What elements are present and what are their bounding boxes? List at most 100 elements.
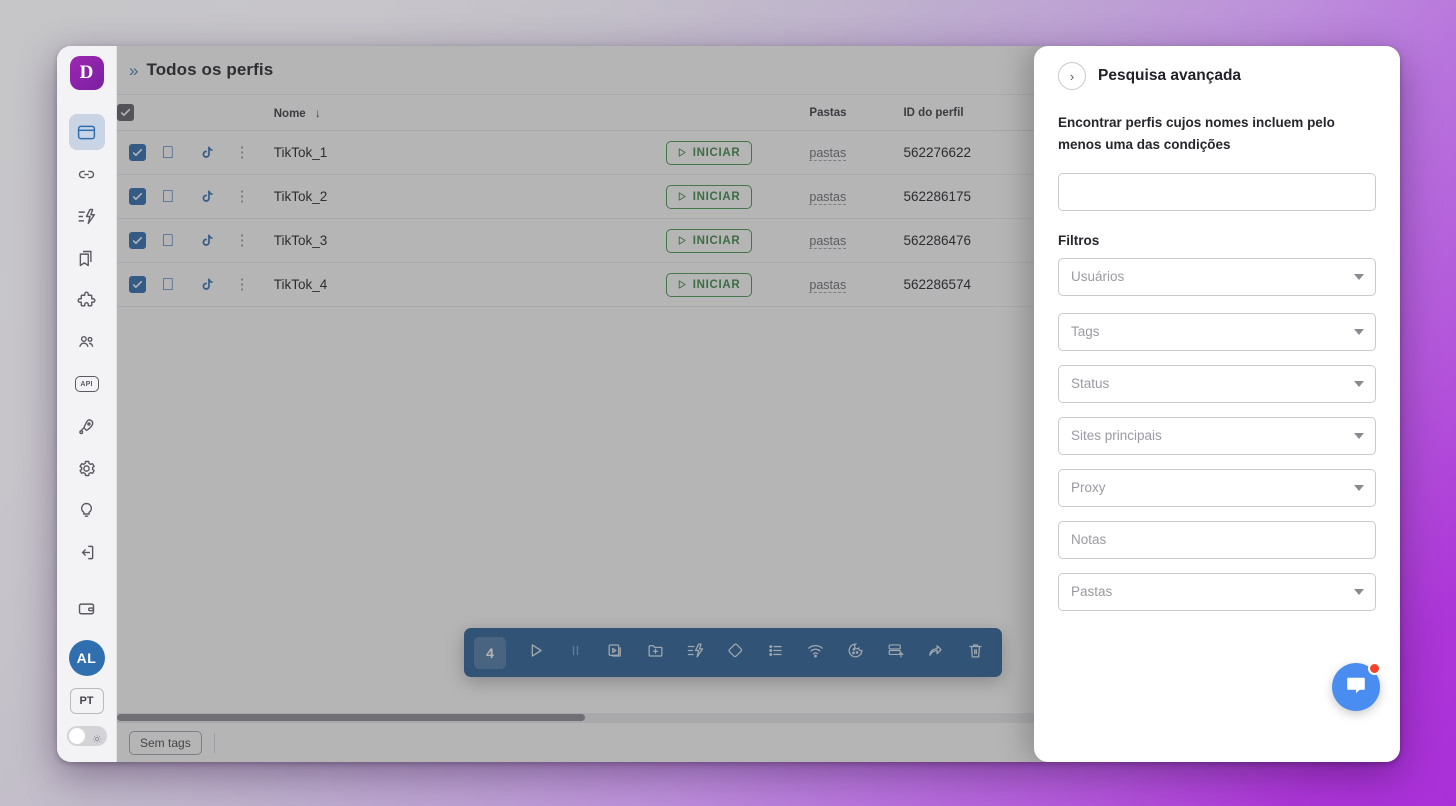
- sidebar-item-news[interactable]: [69, 408, 105, 444]
- conditions-input[interactable]: [1058, 172, 1376, 211]
- row-kebab-menu[interactable]: ⋮: [235, 144, 250, 161]
- tag-chip-no-tags[interactable]: Sem tags: [129, 730, 202, 755]
- sidebar-item-api[interactable]: API: [69, 366, 105, 402]
- sidebar-item-copies[interactable]: [69, 240, 105, 276]
- sidebar-item-wallet[interactable]: [69, 590, 105, 626]
- duplicate-icon: [606, 641, 625, 665]
- filter-notas[interactable]: [1058, 520, 1376, 559]
- row-checkbox[interactable]: [129, 276, 146, 293]
- row-kebab-menu[interactable]: ⋮: [235, 232, 250, 249]
- select-all-checkbox[interactable]: [117, 104, 134, 121]
- row-folders-link[interactable]: pastas: [809, 278, 847, 293]
- automation-icon: [76, 206, 97, 227]
- share-button[interactable]: [918, 636, 952, 670]
- sidebar-item-logout[interactable]: [69, 534, 105, 570]
- filter-status-row: [1058, 364, 1376, 403]
- row-profile-name[interactable]: TikTok_4: [274, 277, 328, 292]
- sidebar-item-automation[interactable]: [69, 198, 105, 234]
- pause-button[interactable]: [558, 636, 592, 670]
- sidebar-item-team[interactable]: [69, 324, 105, 360]
- apple-icon: : [161, 231, 174, 250]
- filter-tags[interactable]: [1058, 312, 1376, 351]
- cookies-button[interactable]: [838, 636, 872, 670]
- sort-descending-icon[interactable]: ↓: [315, 106, 321, 120]
- start-profile-button[interactable]: INICIAR: [665, 272, 753, 297]
- row-name-cell: TikTok_2: [273, 174, 666, 219]
- filter-status[interactable]: [1058, 364, 1376, 403]
- row-checkbox[interactable]: [129, 188, 146, 205]
- row-kebab-menu[interactable]: ⋮: [235, 276, 250, 293]
- theme-toggle-knob: [68, 728, 85, 744]
- row-folders-link[interactable]: pastas: [809, 190, 847, 205]
- row-folders-link[interactable]: pastas: [809, 146, 847, 161]
- filter-proxy[interactable]: [1058, 468, 1376, 507]
- filter-notas-row: [1058, 520, 1376, 559]
- filter-usuarios[interactable]: [1058, 257, 1376, 296]
- row-start-cell: INICIAR: [665, 218, 810, 263]
- share-arrow-icon: [926, 641, 945, 665]
- row-profile-name[interactable]: TikTok_3: [274, 233, 328, 248]
- export-button[interactable]: [878, 636, 912, 670]
- delete-button[interactable]: [958, 636, 992, 670]
- column-app: [197, 95, 235, 131]
- avatar-initials: AL: [76, 650, 97, 666]
- extensions-icon: [76, 290, 97, 311]
- filter-pastas[interactable]: [1058, 572, 1376, 611]
- column-header-folders[interactable]: Pastas: [809, 95, 904, 131]
- duplicate-button[interactable]: [598, 636, 632, 670]
- row-menu-cell: ⋮: [234, 262, 274, 307]
- row-select-cell: [117, 262, 162, 307]
- row-menu-cell: ⋮: [234, 218, 274, 263]
- row-profile-name[interactable]: TikTok_2: [274, 189, 328, 204]
- status-list-button[interactable]: [758, 636, 792, 670]
- apple-icon: : [161, 187, 174, 206]
- row-checkbox[interactable]: [129, 232, 146, 249]
- language-selector[interactable]: PT: [69, 688, 104, 714]
- intercom-chat-button[interactable]: [1332, 662, 1381, 711]
- row-folders-cell: pastas: [809, 218, 904, 263]
- filter-tags-row: [1058, 312, 1376, 351]
- start-profile-button[interactable]: INICIAR: [665, 140, 753, 165]
- sidebar-item-settings[interactable]: [69, 450, 105, 486]
- sidebar-item-profiles[interactable]: [68, 114, 105, 150]
- expand-sidebar-icon[interactable]: »: [129, 62, 138, 79]
- column-menu: [234, 95, 274, 131]
- logout-icon: [76, 542, 97, 563]
- scrollbar-thumb[interactable]: [117, 714, 585, 721]
- sidebar-item-tips[interactable]: [69, 492, 105, 528]
- automation-button[interactable]: [678, 636, 712, 670]
- app-logo[interactable]: D: [69, 56, 104, 90]
- row-checkbox[interactable]: [129, 144, 146, 161]
- row-name-cell: TikTok_3: [273, 218, 666, 263]
- row-select-cell: [117, 218, 162, 263]
- automation-bolt-icon: [686, 641, 705, 665]
- play-button[interactable]: [518, 636, 552, 670]
- advanced-search-panel: › Pesquisa avançada Encontrar perfis cuj…: [1034, 46, 1400, 762]
- tag-button[interactable]: [718, 636, 752, 670]
- theme-toggle[interactable]: [66, 726, 107, 746]
- row-folders-link[interactable]: pastas: [809, 234, 847, 249]
- collapse-panel-button[interactable]: ›: [1058, 62, 1086, 90]
- sidebar-item-extensions[interactable]: [69, 282, 105, 318]
- sidebar-item-links[interactable]: [69, 156, 105, 192]
- advanced-search-title: Pesquisa avançada: [1098, 67, 1242, 84]
- wifi-icon: [806, 641, 825, 665]
- row-select-cell: [117, 174, 162, 219]
- start-profile-button[interactable]: INICIAR: [665, 228, 753, 253]
- row-profile-name[interactable]: TikTok_1: [274, 145, 328, 160]
- avatar[interactable]: AL: [68, 640, 105, 676]
- row-folders-cell: pastas: [809, 174, 904, 219]
- list-icon: [766, 641, 785, 665]
- start-profile-label: INICIAR: [692, 190, 741, 203]
- start-profile-button[interactable]: INICIAR: [665, 184, 753, 209]
- row-kebab-menu[interactable]: ⋮: [235, 188, 250, 205]
- api-icon: API: [74, 376, 99, 392]
- move-to-folder-button[interactable]: [638, 636, 672, 670]
- start-profile-label: INICIAR: [692, 278, 741, 291]
- advanced-search-description: Encontrar perfis cujos nomes incluem pel…: [1058, 115, 1335, 153]
- filter-sites-principais[interactable]: [1058, 416, 1376, 455]
- proxy-button[interactable]: [798, 636, 832, 670]
- row-start-cell: INICIAR: [665, 130, 810, 175]
- row-os-cell: : [161, 174, 198, 219]
- column-header-name[interactable]: Nome ↓: [273, 95, 666, 131]
